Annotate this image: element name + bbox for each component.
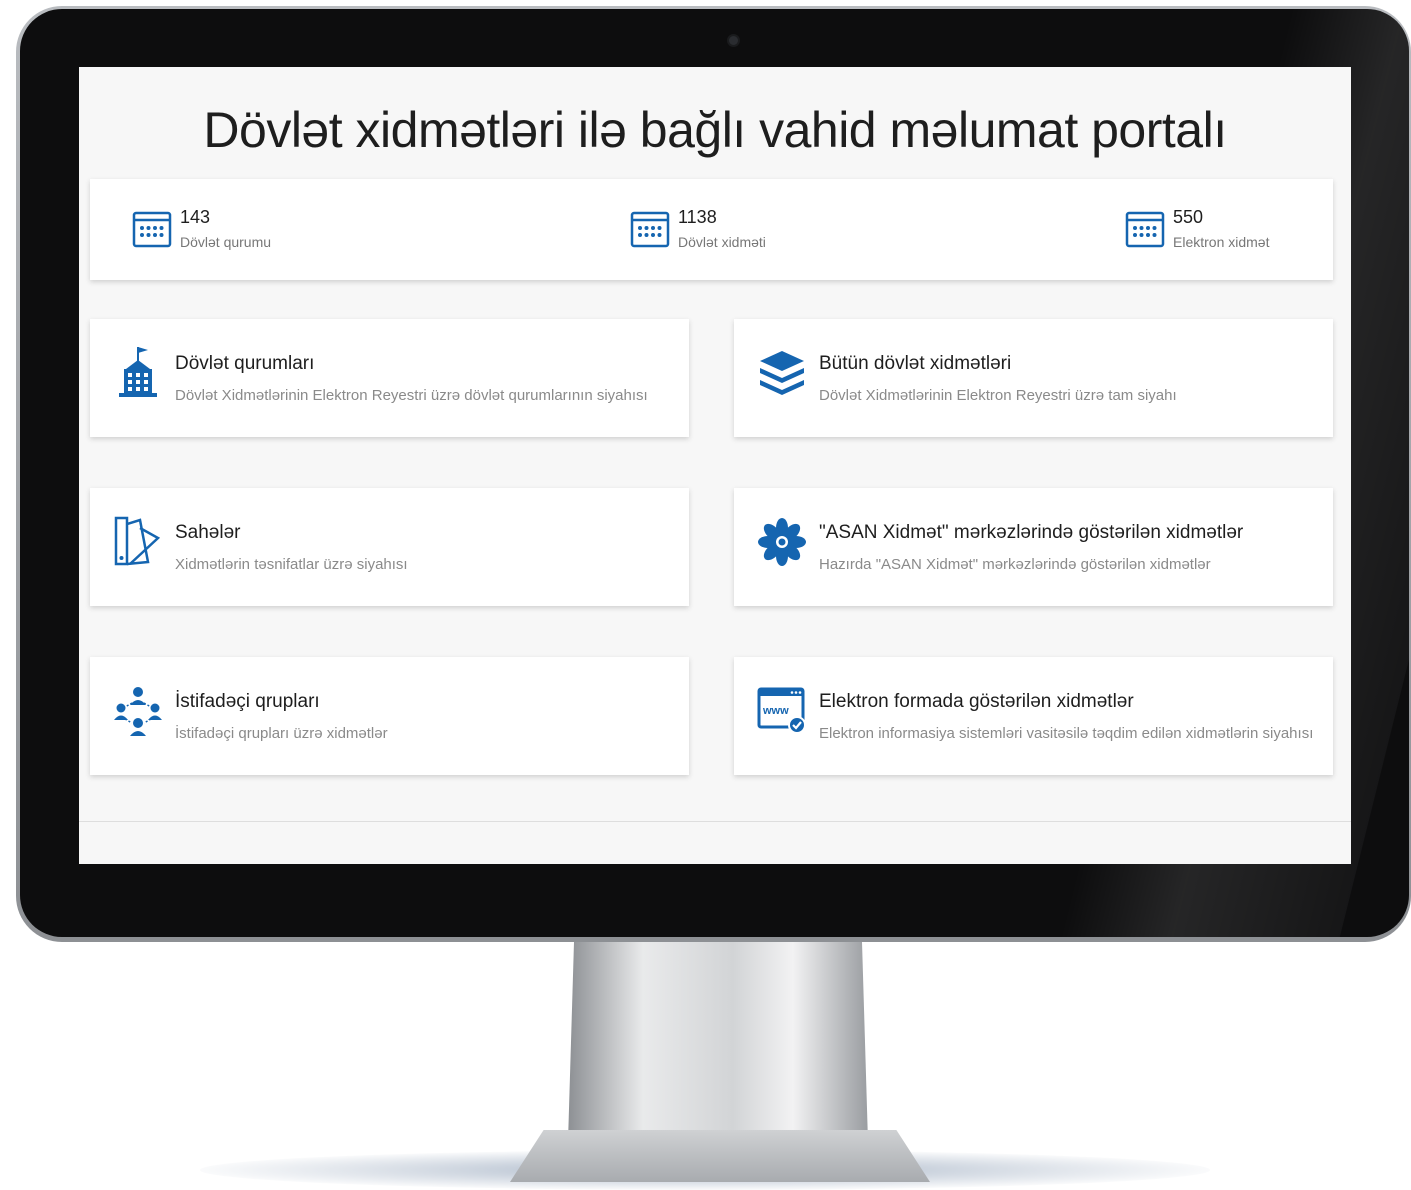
calendar-icon — [1125, 211, 1165, 248]
calendar-icon — [630, 211, 670, 248]
monitor-stand-base — [510, 1130, 930, 1182]
card-electronic-services[interactable]: www Elektron formada göstərilən xidmətlə… — [734, 657, 1333, 775]
stats-bar: 143 Dövlət qurumu 1138 Dövlət xidməti 55… — [90, 179, 1333, 280]
swatch-fan-icon — [114, 516, 161, 566]
portal-screen: Dövlət xidmətləri ilə bağlı vahid məluma… — [79, 67, 1351, 864]
card-title: Sahələr — [175, 522, 241, 543]
calendar-icon — [132, 211, 172, 248]
card-agencies[interactable]: Dövlət qurumları Dövlət Xidmətlərinin El… — [90, 319, 689, 437]
www-browser-icon: www — [757, 687, 806, 734]
card-subtitle: Elektron informasiya sistemləri vasitəsi… — [819, 725, 1314, 742]
card-subtitle: Dövlət Xidmətlərinin Elektron Reyestri ü… — [819, 387, 1177, 404]
card-subtitle: Hazırda "ASAN Xidmət" mərkəzlərində göst… — [819, 556, 1211, 573]
card-subtitle: Dövlət Xidmətlərinin Elektron Reyestri ü… — [175, 387, 648, 404]
card-title: İstifadəçi qrupları — [175, 691, 320, 712]
card-title: Elektron formada göstərilən xidmətlər — [819, 691, 1134, 712]
card-user-groups[interactable]: İstifadəçi qrupları İstifadəçi qrupları … — [90, 657, 689, 775]
asan-flower-icon — [758, 518, 806, 566]
footer-divider — [79, 821, 1351, 822]
card-title: "ASAN Xidmət" mərkəzlərində göstərilən x… — [819, 522, 1244, 543]
stat-label: Dövlət xidməti — [678, 234, 766, 250]
stat-value: 1138 — [678, 207, 717, 227]
user-group-icon — [114, 687, 162, 736]
card-title: Bütün dövlət xidmətləri — [819, 353, 1012, 374]
card-asan-services[interactable]: "ASAN Xidmət" mərkəzlərində göstərilən x… — [734, 488, 1333, 606]
monitor-stand-neck — [568, 942, 868, 1142]
stat-value: 550 — [1173, 207, 1204, 227]
svg-text:www: www — [762, 705, 789, 717]
card-subtitle: İstifadəçi qrupları üzrə xidmətlər — [175, 725, 388, 742]
stat-label: Dövlət qurumu — [180, 234, 272, 250]
card-all-services[interactable]: Bütün dövlət xidmətləri Dövlət Xidmətlər… — [734, 319, 1333, 437]
card-fields[interactable]: Sahələr Xidmətlərin təsnifatlar üzrə siy… — [90, 488, 689, 606]
stat-value: 143 — [180, 207, 211, 227]
page-title: Dövlət xidmətləri ilə bağlı vahid məluma… — [203, 102, 1227, 158]
card-subtitle: Xidmətlərin təsnifatlar üzrə siyahısı — [175, 556, 408, 573]
government-building-icon — [119, 347, 157, 397]
card-title: Dövlət qurumları — [175, 353, 315, 374]
stat-label: Elektron xidmət — [1173, 234, 1270, 250]
layers-stack-icon — [760, 351, 804, 395]
webcam-icon — [729, 36, 738, 45]
